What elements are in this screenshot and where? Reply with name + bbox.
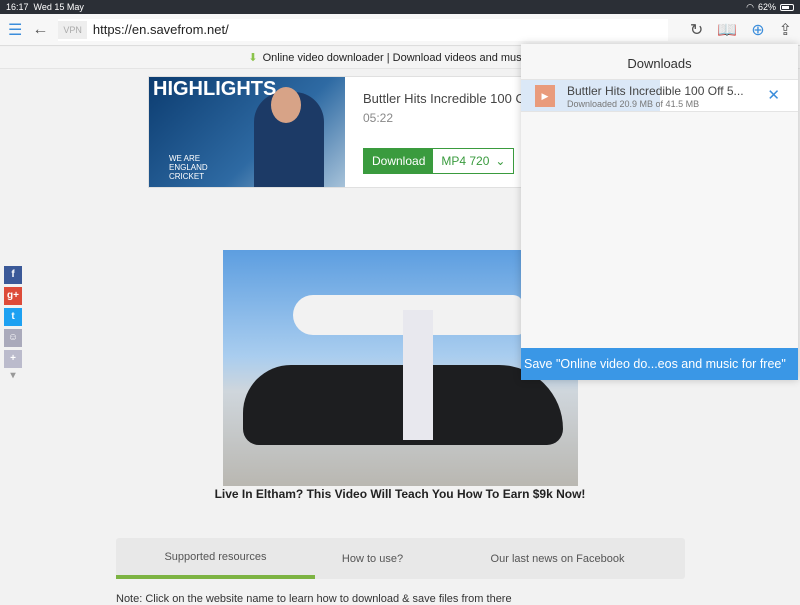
collapse-chevron-icon[interactable]: ▾ [4,371,22,381]
info-tabs: Supported resources How to use? Our last… [116,538,685,579]
thumbnail-title: HIGHLIGHTS [149,77,345,102]
download-button[interactable]: Download [364,149,433,173]
close-icon[interactable]: ✕ [767,86,780,104]
download-item[interactable]: ▶ Buttler Hits Incredible 100 Off 5... D… [521,80,798,112]
share-icon[interactable]: ⇪ [779,20,792,40]
twitter-share-icon[interactable]: t [4,308,22,326]
video-title: Buttler Hits Incredible 100 Off [363,91,533,106]
download-control: Download MP4 720 ⌄ [363,148,514,174]
address-bar[interactable]: VPN https://en.savefrom.net/ [58,19,668,41]
more-share-icon[interactable]: + [4,350,22,368]
video-duration: 05:22 [363,111,393,125]
video-file-icon: ▶ [535,85,555,107]
menu-icon[interactable]: ☰ [8,20,22,40]
battery-icon [780,4,794,11]
reload-icon[interactable]: ↻ [690,20,703,40]
format-label: MP4 720 [441,154,489,168]
downloads-title: Downloads [521,44,798,80]
downloads-icon[interactable]: ⊕ [751,20,764,40]
save-page-button[interactable]: Save "Online video do...eos and music fo… [521,348,798,380]
share-sidebar: f g+ t ☺ + ▾ [4,266,24,381]
format-select[interactable]: MP4 720 ⌄ [433,149,513,173]
downloads-popover: Downloads ▶ Buttler Hits Incredible 100 … [521,44,798,380]
video-thumbnail[interactable]: HIGHLIGHTS WE ARE ENGLAND CRICKET [149,77,345,187]
wifi-icon: ◠ [746,2,754,13]
browser-toolbar: ☰ ← VPN https://en.savefrom.net/ ↻ 📖 ⊕ ⇪ [0,14,800,46]
back-arrow-icon[interactable]: ← [32,21,48,39]
download-name: Buttler Hits Incredible 100 Off 5... [567,84,744,98]
thumbnail-subtitle: WE ARE ENGLAND CRICKET [169,154,219,181]
tab-how-to-use[interactable]: How to use? [315,538,430,579]
status-bar: 16:17 Wed 15 May ◠ 62% [0,0,800,14]
download-status: Downloaded 20.9 MB of 41.5 MB [567,99,699,109]
date: Wed 15 May [34,2,84,12]
url-text[interactable]: https://en.savefrom.net/ [93,22,229,37]
vpn-badge[interactable]: VPN [58,21,87,39]
tab-facebook-news[interactable]: Our last news on Facebook [430,538,685,579]
download-arrow-icon: ⬇ [248,51,257,64]
man-shape [403,310,433,440]
bookmarks-icon[interactable]: 📖 [717,20,737,40]
tab-supported-resources[interactable]: Supported resources [116,538,315,579]
googleplus-share-icon[interactable]: g+ [4,287,22,305]
clock: 16:17 [6,2,29,12]
chevron-down-icon: ⌄ [495,154,505,168]
facebook-share-icon[interactable]: f [4,266,22,284]
video-result-card: HIGHLIGHTS WE ARE ENGLAND CRICKET Buttle… [148,76,528,188]
battery-percent: 62% [758,2,776,12]
ad-caption[interactable]: Live In Eltham? This Video Will Teach Yo… [0,487,800,501]
reddit-share-icon[interactable]: ☺ [4,329,22,347]
player-face [271,87,301,123]
banner-text: Online video downloader | Download video… [263,52,552,64]
note-text: Note: Click on the website name to learn… [116,593,512,605]
